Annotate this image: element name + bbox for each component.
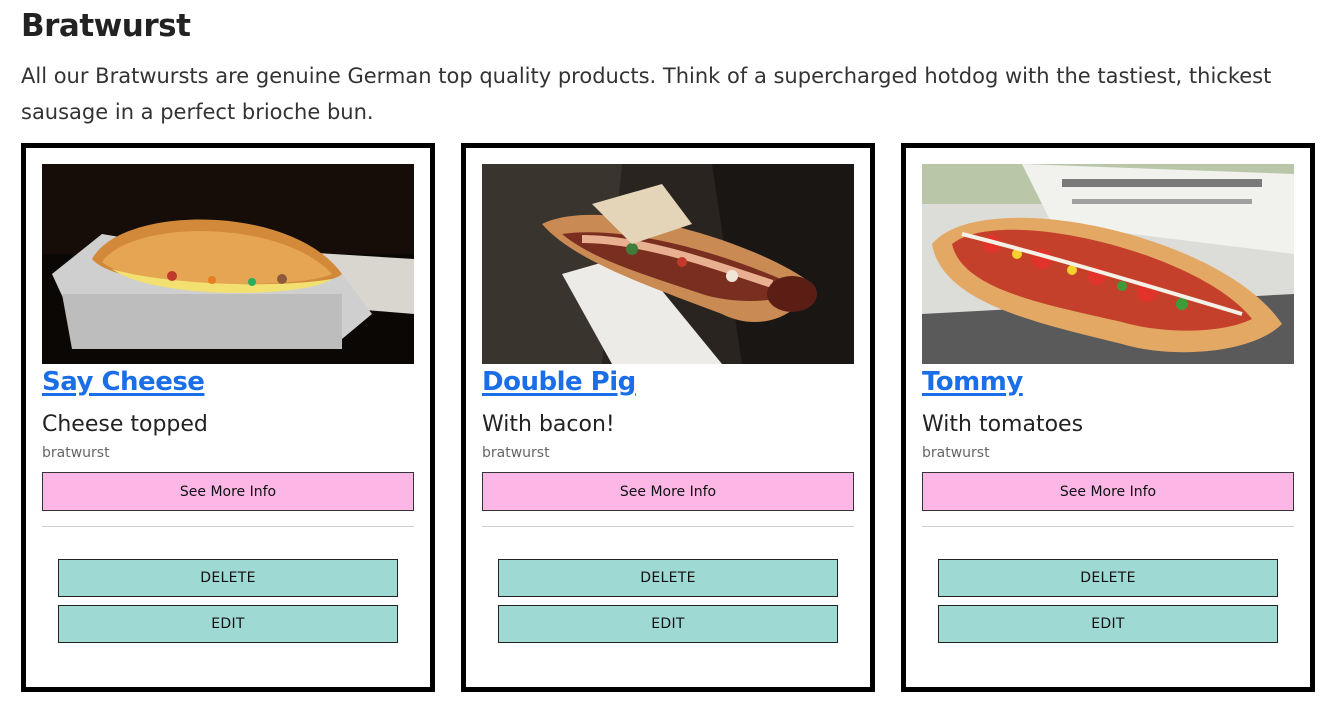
product-category: bratwurst (482, 445, 550, 461)
card-divider (922, 526, 1294, 527)
product-description: Cheese topped (42, 412, 208, 437)
delete-button[interactable]: DELETE (498, 559, 838, 597)
see-more-info-button[interactable]: See More Info (922, 472, 1294, 511)
product-description: With bacon! (482, 412, 615, 437)
product-photo-say-cheese (42, 164, 414, 364)
edit-button[interactable]: EDIT (498, 605, 838, 643)
product-name-link[interactable]: Double Pig (482, 367, 636, 397)
product-card-tommy: Tommy With tomatoes bratwurst See More I… (901, 143, 1315, 692)
product-name-link[interactable]: Tommy (922, 367, 1023, 397)
delete-button[interactable]: DELETE (938, 559, 1278, 597)
product-photo-tommy (922, 164, 1294, 364)
hotdog-tomato-photo (922, 164, 1294, 364)
page-title: Bratwurst (21, 8, 191, 44)
product-photo-double-pig (482, 164, 854, 364)
product-name-link[interactable]: Say Cheese (42, 367, 205, 397)
see-more-info-button[interactable]: See More Info (482, 472, 854, 511)
product-card-say-cheese: Say Cheese Cheese topped bratwurst See M… (21, 143, 435, 692)
hotdog-bacon-photo (482, 164, 854, 364)
product-category: bratwurst (42, 445, 110, 461)
product-category: bratwurst (922, 445, 990, 461)
edit-button[interactable]: EDIT (58, 605, 398, 643)
product-description: With tomatoes (922, 412, 1084, 437)
card-divider (42, 526, 414, 527)
page-intro: All our Bratwursts are genuine German to… (21, 64, 1272, 124)
hotdog-cheese-photo (42, 164, 414, 364)
edit-button[interactable]: EDIT (938, 605, 1278, 643)
delete-button[interactable]: DELETE (58, 559, 398, 597)
card-divider (482, 526, 854, 527)
see-more-info-button[interactable]: See More Info (42, 472, 414, 511)
product-card-double-pig: Double Pig With bacon! bratwurst See Mor… (461, 143, 875, 692)
